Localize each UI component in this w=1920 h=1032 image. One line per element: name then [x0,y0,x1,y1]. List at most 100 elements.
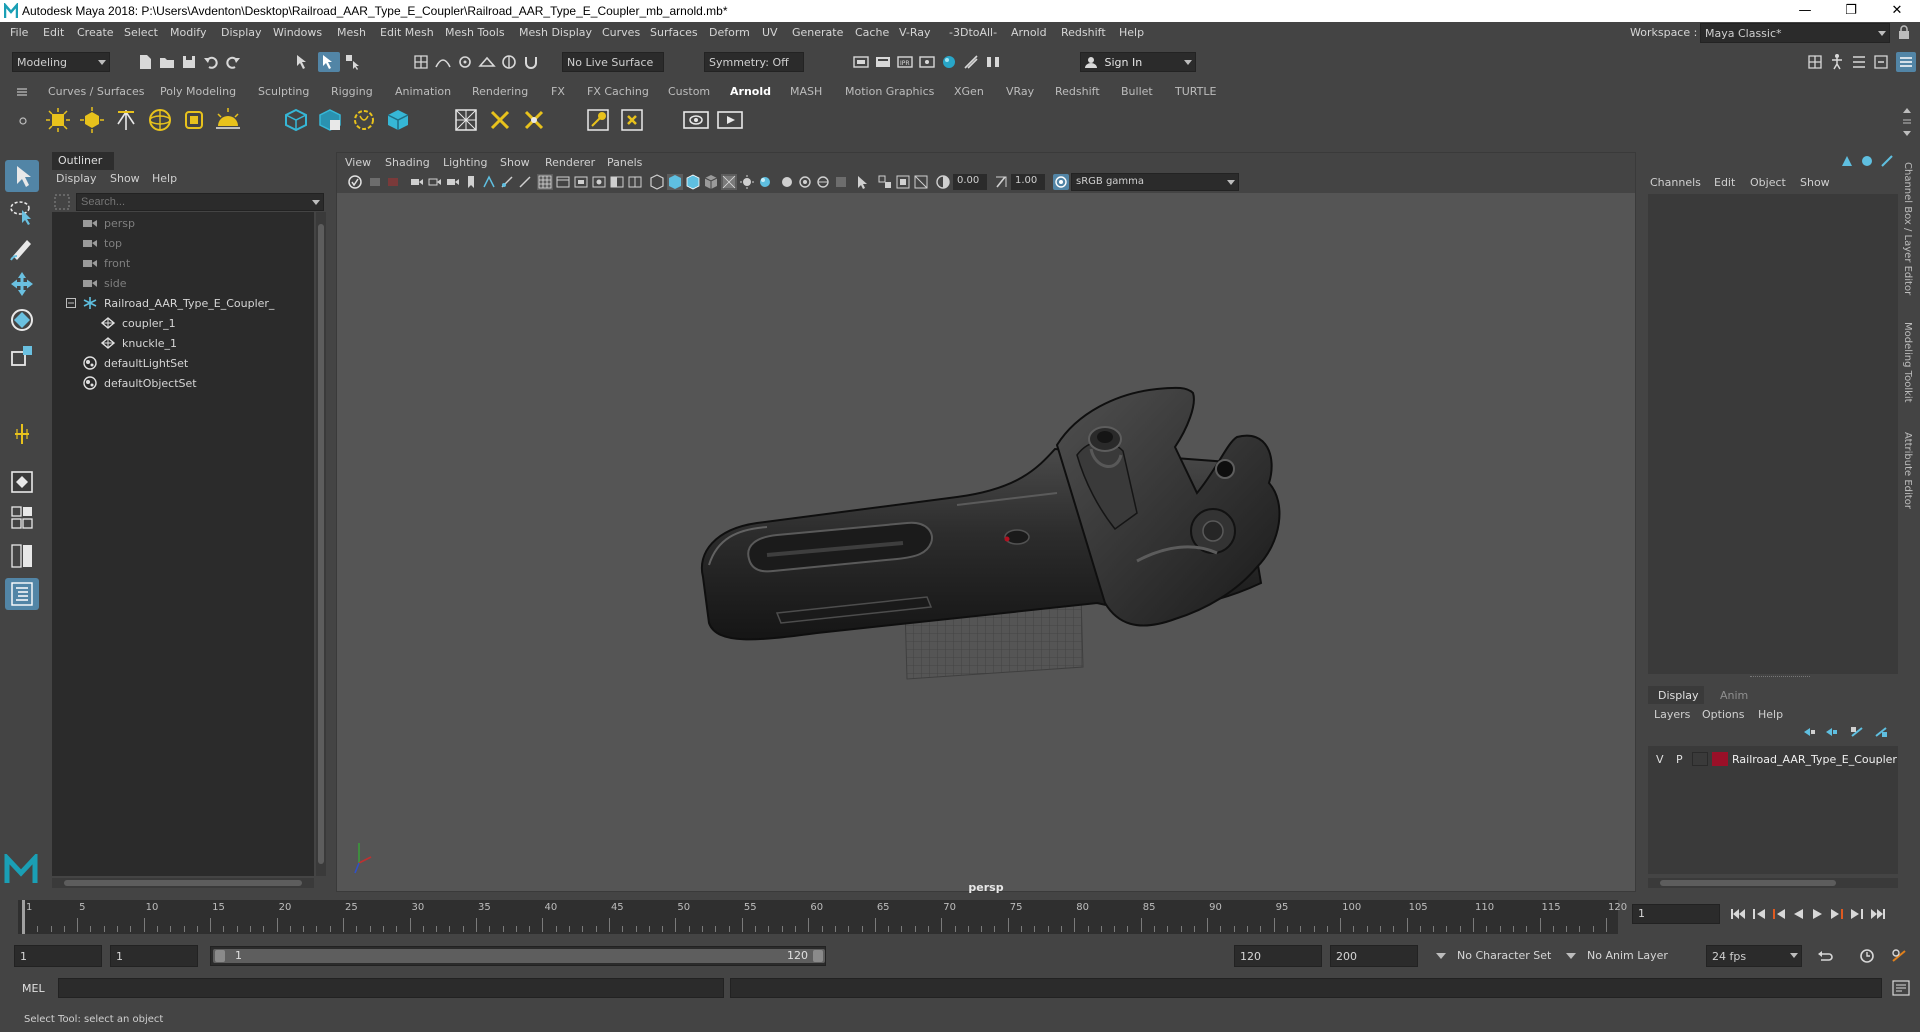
two-d-pan-zoom-icon[interactable] [427,174,443,190]
four-view-layout[interactable] [5,502,39,534]
xray-icon[interactable] [855,174,871,190]
attribute-editor-icon[interactable] [1850,53,1868,71]
create-layer-from-selected-icon[interactable] [1874,726,1888,738]
arnold-ipr-icon[interactable] [716,106,744,134]
render-history-icon[interactable] [852,53,870,71]
viewport-menu-renderer[interactable]: Renderer [545,156,595,169]
ipr-render-icon[interactable]: IPR [896,53,914,71]
render-settings-icon[interactable] [918,53,936,71]
menu-generate[interactable]: Generate [792,26,843,39]
gamma-field[interactable]: 1.00 [1011,174,1045,190]
layer-color-swatch[interactable] [1712,752,1728,766]
move-tool[interactable] [5,268,39,300]
layers-menu-layers[interactable]: Layers [1654,708,1690,721]
shelf-tab-curves-surfaces[interactable]: Curves / Surfaces [48,85,145,98]
menu-help[interactable]: Help [1119,26,1144,39]
auto-key-icon[interactable] [1858,948,1876,964]
paint-select-tool[interactable] [5,232,39,264]
menu-windows[interactable]: Windows [273,26,322,39]
shelf-options-icon[interactable] [18,116,28,126]
command-input[interactable] [58,978,724,998]
time-slider-track[interactable]: 1 5 10 15 20 25 30 35 40 45 50 55 60 65 70 75 80 85 90 95 10… [18,900,1627,934]
snap-view-plane-icon[interactable] [478,53,496,71]
step-forward-key-icon[interactable] [1830,908,1844,920]
shadow-matte-icon[interactable] [486,106,514,134]
loop-icon[interactable] [1816,948,1834,964]
image-plane-icon[interactable] [409,174,425,190]
animation-preferences-icon[interactable] [1890,948,1908,964]
range-handle[interactable]: 1 120 [213,949,825,963]
shelf-tab-poly-modeling[interactable]: Poly Modeling [160,85,236,98]
menu-select[interactable]: Select [124,26,158,39]
safe-action-icon[interactable] [573,174,589,190]
menu-edit[interactable]: Edit [43,26,64,39]
animation-start-field[interactable]: 1 [14,945,102,967]
playback-start-field[interactable]: 1 [110,945,198,967]
menu-mesh-tools[interactable]: Mesh Tools [445,26,505,39]
camera-attributes-icon[interactable] [367,174,383,190]
lasso-tool[interactable] [5,196,39,228]
current-frame-field[interactable]: 1 [1632,904,1720,924]
maximize-button[interactable]: ❐ [1828,0,1874,22]
shelf-tab-bullet[interactable]: Bullet [1121,85,1153,98]
undo-icon[interactable] [202,53,220,71]
viewport-canvas[interactable] [337,193,1635,891]
wireframe-on-shaded-icon[interactable] [685,174,701,190]
outliner-horizontal-scrollbar[interactable] [52,878,314,888]
multisample-aa-icon[interactable] [797,174,813,190]
viewport-menu-panels[interactable]: Panels [607,156,642,169]
menu-uv[interactable]: UV [762,26,778,39]
menu-modify[interactable]: Modify [170,26,206,39]
menu-redshift[interactable]: Redshift [1061,26,1106,39]
side-tab-channel-box[interactable]: Channel Box / Layer Editor [1902,162,1913,295]
photometric-light-icon[interactable] [112,106,140,134]
menu-arnold[interactable]: Arnold [1011,26,1047,39]
fps-dropdown[interactable]: 24 fps [1706,945,1802,967]
shelf-tab-xgen[interactable]: XGen [954,85,984,98]
shelf-tab-rigging[interactable]: Rigging [331,85,373,98]
current-time-indicator[interactable] [22,900,25,934]
menu-cache[interactable]: Cache [855,26,889,39]
menu-surfaces[interactable]: Surfaces [650,26,698,39]
animation-end-field[interactable]: 200 [1330,945,1418,967]
outliner-menu-help[interactable]: Help [152,172,177,185]
channels-menu-object[interactable]: Object [1750,176,1786,189]
layers-menu-help[interactable]: Help [1758,708,1783,721]
field-chart-icon[interactable] [555,174,571,190]
viewport-menu-lighting[interactable]: Lighting [443,156,487,169]
step-back-key-icon[interactable] [1772,908,1786,920]
single-perspective-layout[interactable] [5,466,39,498]
persp-outliner-layout[interactable] [5,540,39,572]
snap-point-icon[interactable] [456,53,474,71]
select-object-icon[interactable] [318,52,340,72]
step-back-frame-icon[interactable] [1752,908,1766,920]
chevron-down-icon[interactable] [312,200,320,206]
rotate-tool[interactable] [5,304,39,336]
channels-menu-show[interactable]: Show [1800,176,1830,189]
resolution-gate-icon[interactable] [517,174,533,190]
shelf-tab-arnold[interactable]: Arnold [730,85,771,98]
command-language-toggle[interactable]: MEL [22,982,45,995]
symmetry-dropdown[interactable]: Symmetry: Off [704,52,804,72]
shelf-tab-motion-graphics[interactable]: Motion Graphics [845,85,934,98]
use-all-lights-icon[interactable] [721,174,737,190]
character-set-dropdown[interactable]: No Character Set [1452,945,1556,967]
menu-file[interactable]: File [10,26,28,39]
outliner-vertical-scrollbar[interactable] [316,212,326,876]
shelf-tab-animation[interactable]: Animation [395,85,451,98]
redo-icon[interactable] [224,53,242,71]
gate-mask-icon[interactable] [609,174,625,190]
layer-row[interactable]: V P Railroad_AAR_Type_E_Coupler [1650,750,1897,768]
shelf-tab-redshift[interactable]: Redshift [1055,85,1100,98]
render-frame-icon[interactable] [874,53,892,71]
range-start-grip[interactable] [215,950,225,962]
export-standin-icon[interactable] [316,106,344,134]
channels-menu-channels[interactable]: Channels [1650,176,1701,189]
arnold-render-view-icon[interactable] [682,106,710,134]
side-tab-attribute-editor[interactable]: Attribute Editor [1902,432,1913,509]
range-bar[interactable]: 1 120 [210,946,826,966]
playback-end-field[interactable]: 120 [1234,945,1322,967]
scale-tool[interactable] [5,340,39,372]
wireframe-icon[interactable] [537,174,553,190]
select-tool[interactable] [5,160,39,192]
